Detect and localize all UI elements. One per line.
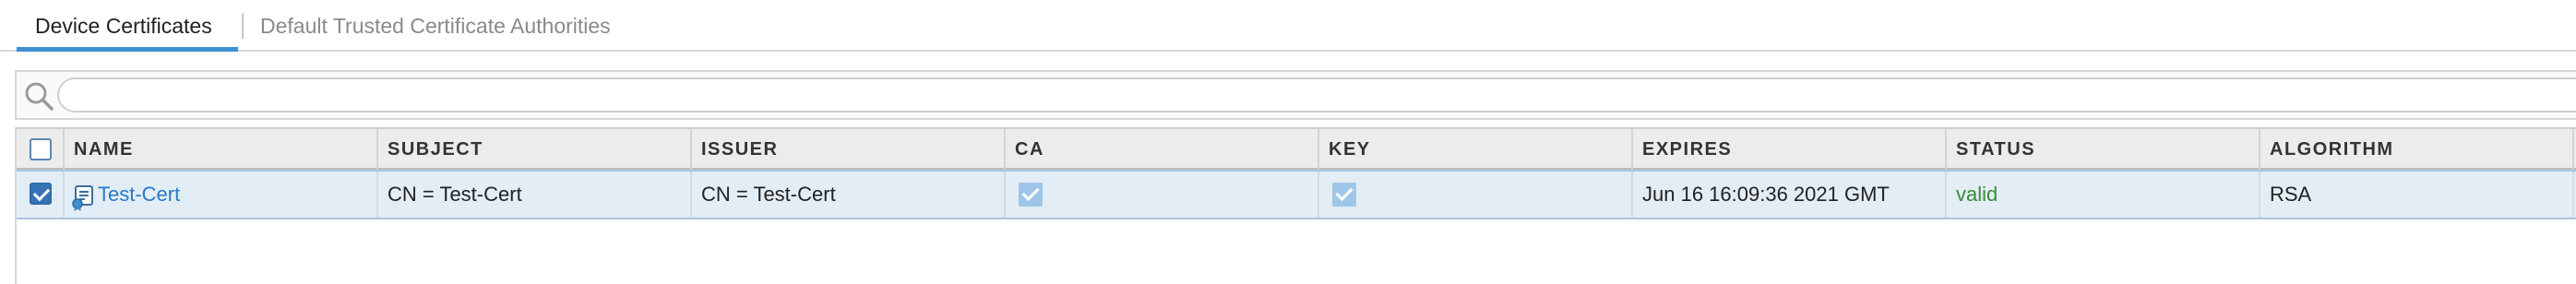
- cell-key: [1319, 172, 1633, 218]
- search-input[interactable]: [57, 77, 2576, 112]
- search-bar: [15, 70, 2576, 120]
- column-header-algorithm[interactable]: ALGORITHM: [2260, 129, 2574, 170]
- key-checkmark: [1332, 183, 1356, 207]
- column-header-issuer[interactable]: ISSUER: [692, 129, 1006, 170]
- table-row[interactable]: Test-Cert CN = Test-Cert CN = Test-Cert …: [17, 170, 2576, 219]
- column-header-status[interactable]: STATUS: [1947, 129, 2260, 170]
- cell-algorithm: RSA: [2260, 172, 2574, 218]
- certificate-icon: [70, 182, 96, 212]
- certificates-table: NAME SUBJECT ISSUER CA KEY EXPIRES STATU…: [15, 127, 2576, 284]
- search-icon[interactable]: [22, 79, 55, 112]
- column-header-expires[interactable]: EXPIRES: [1633, 129, 1947, 170]
- ca-checkmark: [1019, 183, 1043, 207]
- certificate-name-link[interactable]: Test-Cert: [98, 183, 180, 206]
- tab-separator: [242, 13, 244, 39]
- cell-status: valid: [1947, 172, 2260, 218]
- cell-expires: Jun 16 16:09:36 2021 GMT: [1633, 172, 1947, 218]
- column-header-key[interactable]: KEY: [1319, 129, 1633, 170]
- table-header: NAME SUBJECT ISSUER CA KEY EXPIRES STATU…: [17, 127, 2576, 170]
- cell-ca: [1006, 172, 1319, 218]
- tab-bar: Device Certificates Default Trusted Cert…: [0, 0, 2576, 52]
- select-all-checkbox[interactable]: [30, 138, 52, 160]
- row-select-checkbox[interactable]: [30, 183, 52, 205]
- cell-subject: CN = Test-Cert: [378, 172, 692, 218]
- tab-default-trusted-certificate-authorities[interactable]: Default Trusted Certificate Authorities: [260, 0, 611, 52]
- cell-issuer: CN = Test-Cert: [692, 172, 1006, 218]
- column-header-name[interactable]: NAME: [65, 129, 378, 170]
- column-header-subject[interactable]: SUBJECT: [378, 129, 692, 170]
- row-select-cell: [17, 172, 65, 218]
- tab-device-certificates[interactable]: Device Certificates: [17, 0, 238, 52]
- column-header-ca[interactable]: CA: [1006, 129, 1319, 170]
- header-select-cell: [17, 129, 65, 170]
- cell-name: Test-Cert: [65, 172, 378, 218]
